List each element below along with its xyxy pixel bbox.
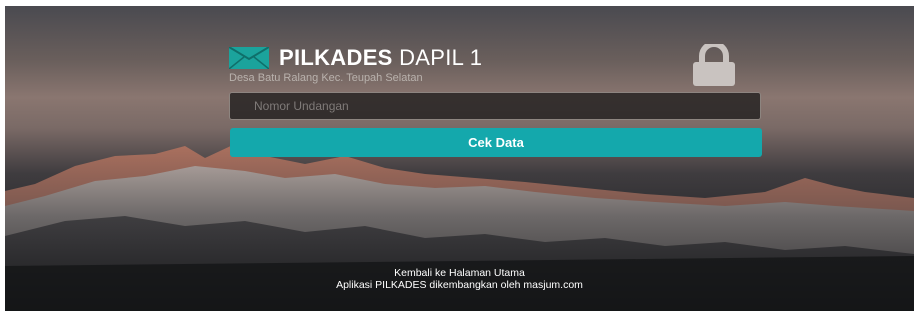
lock-icon (691, 41, 737, 86)
app-title: PILKADES DAPIL 1 (279, 45, 482, 71)
invitation-number-input[interactable] (229, 92, 761, 120)
envelope-logo-icon (228, 46, 270, 70)
app-subtitle: Desa Batu Ralang Kec. Teupah Selatan (229, 72, 423, 84)
app-title-rest: DAPIL 1 (399, 45, 483, 70)
check-data-button[interactable]: Cek Data (230, 128, 762, 157)
brand: PILKADES DAPIL 1 (228, 44, 482, 72)
footer-credit: Aplikasi PILKADES dikembangkan oleh masj… (336, 279, 583, 291)
footer-home: Kembali ke Halaman Utama (5, 267, 914, 279)
home-link[interactable]: Kembali ke Halaman Utama (394, 267, 525, 279)
app-title-bold: PILKADES (279, 45, 393, 70)
login-page: PILKADES DAPIL 1 Desa Batu Ralang Kec. T… (5, 6, 914, 311)
